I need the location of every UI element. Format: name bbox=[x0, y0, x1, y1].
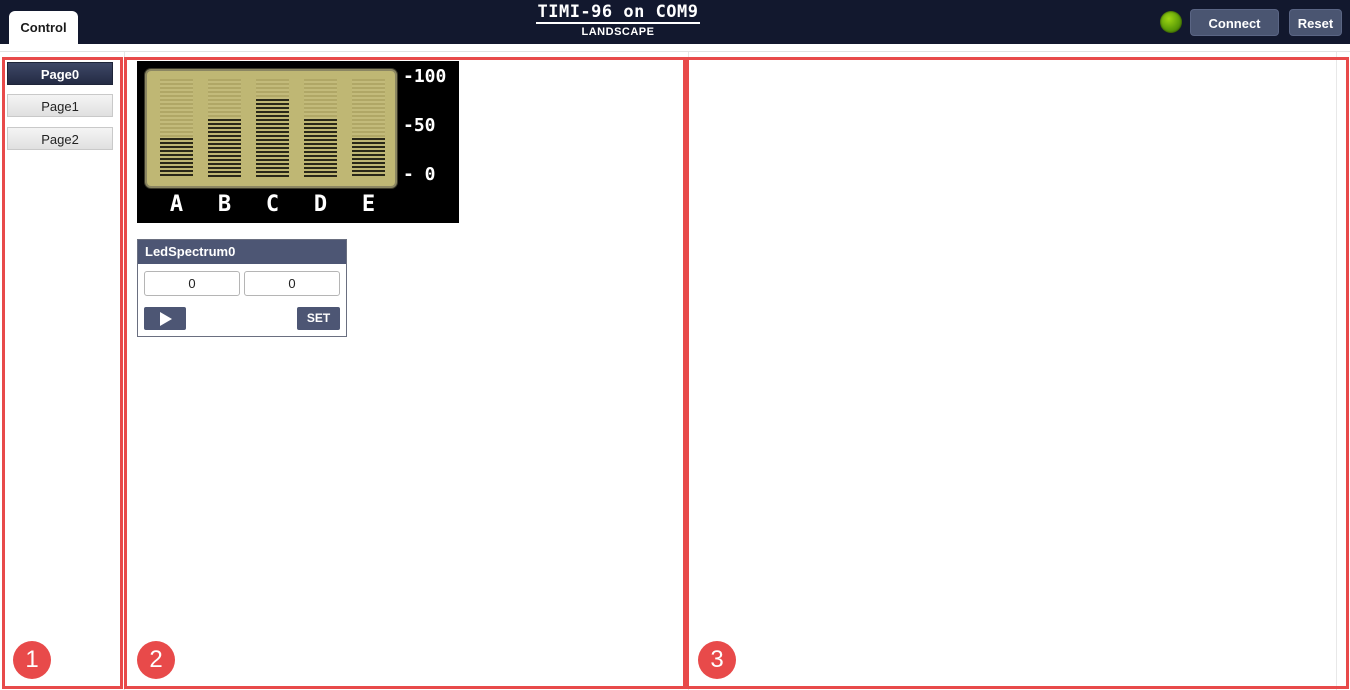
scrollbar[interactable] bbox=[1336, 52, 1337, 690]
set-button[interactable]: SET bbox=[297, 307, 340, 330]
spectrum-bar bbox=[208, 79, 241, 178]
tab-control[interactable]: Control bbox=[9, 11, 78, 44]
band-label: E bbox=[361, 192, 376, 217]
band-label: B bbox=[217, 192, 232, 217]
app-title: TIMI-96 on COM9 bbox=[536, 2, 700, 24]
spectrum-bar-fill bbox=[208, 119, 241, 178]
title-block: TIMI-96 on COM9 LANDSCAPE bbox=[518, 3, 718, 38]
reset-button[interactable]: Reset bbox=[1289, 9, 1342, 36]
connect-button[interactable]: Connect bbox=[1190, 9, 1279, 36]
annotation-badge-2: 2 bbox=[137, 641, 175, 679]
spectrum-bar-fill bbox=[160, 138, 193, 178]
header-divider bbox=[0, 44, 1350, 52]
annotation-badge-1: 1 bbox=[13, 641, 51, 679]
app-header: Control TIMI-96 on COM9 LANDSCAPE Connec… bbox=[0, 0, 1350, 44]
led-spectrum-display[interactable]: -100 -50 - 0 A B C D E bbox=[137, 61, 459, 223]
led-spectrum-widget: LedSpectrum0 0 0 SET bbox=[137, 239, 347, 337]
value-input-a[interactable]: 0 bbox=[144, 271, 240, 296]
scale-label-50: -50 bbox=[403, 115, 436, 136]
band-label: A bbox=[169, 192, 184, 217]
band-label: C bbox=[265, 192, 280, 217]
play-button[interactable] bbox=[144, 307, 186, 330]
spectrum-bar-fill bbox=[256, 99, 289, 178]
annotation-badge-3: 3 bbox=[698, 641, 736, 679]
spectrum-bar bbox=[160, 79, 193, 178]
value-input-b[interactable]: 0 bbox=[244, 271, 340, 296]
spectrum-lcd bbox=[145, 69, 397, 188]
scale-label-0: - 0 bbox=[403, 164, 436, 185]
scale-label-100: -100 bbox=[403, 66, 447, 87]
spectrum-bar-fill bbox=[352, 138, 385, 178]
page-button-page0[interactable]: Page0 bbox=[7, 62, 113, 85]
widget-title: LedSpectrum0 bbox=[138, 240, 346, 264]
spectrum-bar bbox=[256, 79, 289, 178]
band-label: D bbox=[313, 192, 328, 217]
spectrum-bar bbox=[304, 79, 337, 178]
page-button-page1[interactable]: Page1 bbox=[7, 94, 113, 117]
connection-status-icon bbox=[1160, 11, 1182, 33]
spectrum-bar-fill bbox=[304, 119, 337, 178]
properties-panel bbox=[688, 52, 1350, 690]
app-subtitle: LANDSCAPE bbox=[581, 26, 655, 38]
page-button-page2[interactable]: Page2 bbox=[7, 127, 113, 150]
spectrum-bar bbox=[352, 79, 385, 178]
